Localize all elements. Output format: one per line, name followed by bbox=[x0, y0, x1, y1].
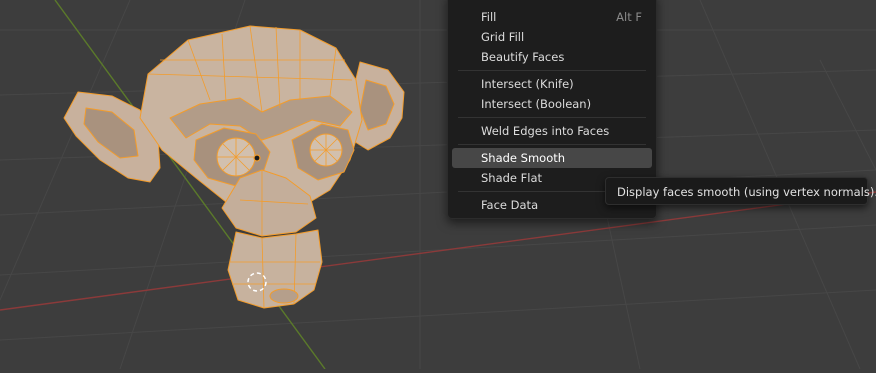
menu-item-weld-edges[interactable]: Weld Edges into Faces bbox=[452, 121, 652, 141]
menu-item-label: Face Data bbox=[481, 198, 539, 212]
menu-separator bbox=[458, 117, 646, 118]
tooltip: Display faces smooth (using vertex norma… bbox=[605, 177, 876, 205]
menu-item-grid-fill[interactable]: Grid Fill bbox=[452, 27, 652, 47]
menu-item-label: Beautify Faces bbox=[481, 50, 565, 64]
menu-separator bbox=[458, 144, 646, 145]
shortcut-label: Alt F bbox=[616, 10, 642, 24]
menu-item-fill[interactable]: Fill Alt F bbox=[452, 7, 652, 27]
menu-item-label: Grid Fill bbox=[481, 30, 525, 44]
x-axis-line bbox=[0, 191, 876, 311]
menu-item-label: Weld Edges into Faces bbox=[481, 124, 610, 138]
menu-item-intersect-boolean[interactable]: Intersect (Boolean) bbox=[452, 94, 652, 114]
menu-item-label: Intersect (Knife) bbox=[481, 77, 574, 91]
suzanne-mesh[interactable] bbox=[63, 25, 405, 309]
menu-item-label: Intersect (Boolean) bbox=[481, 97, 592, 111]
menu-item-label: Shade Smooth bbox=[481, 151, 566, 165]
menu-separator bbox=[458, 70, 646, 71]
menu-item-label: Fill bbox=[481, 10, 497, 24]
menu-item-shade-smooth[interactable]: Shade Smooth bbox=[452, 148, 652, 168]
menu-item-label: Shade Flat bbox=[481, 171, 543, 185]
tooltip-text: Display faces smooth (using vertex norma… bbox=[617, 185, 876, 199]
menu-item-beautify-faces[interactable]: Beautify Faces bbox=[452, 47, 652, 67]
origin-point bbox=[253, 154, 261, 162]
menu-item-intersect-knife[interactable]: Intersect (Knife) bbox=[452, 74, 652, 94]
